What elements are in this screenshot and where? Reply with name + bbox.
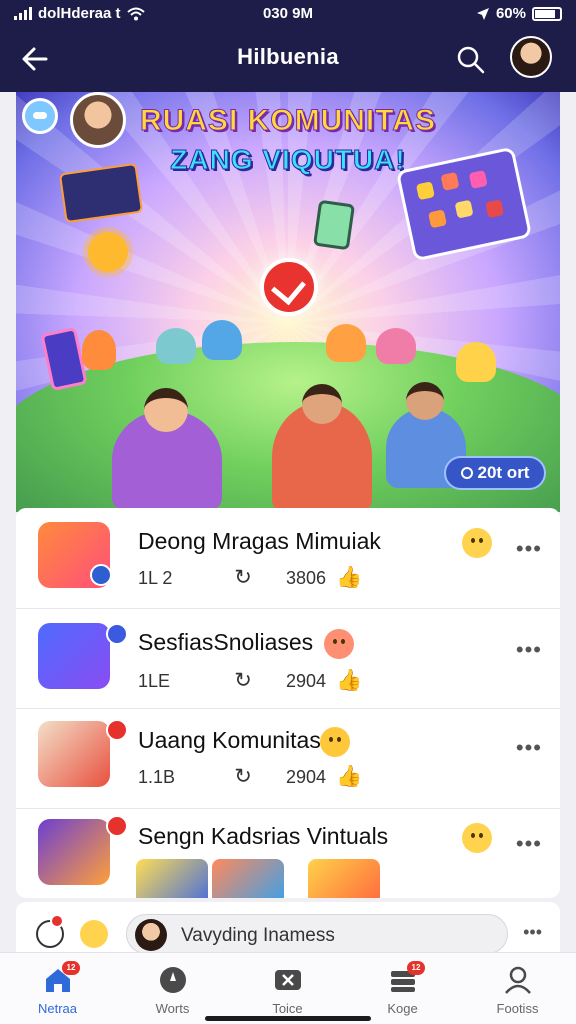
share-icon[interactable]: ↻ — [230, 669, 256, 693]
banner-title: RUASI KOMUNITAS — [139, 104, 437, 138]
item-title: Uaang Komunitas — [138, 727, 321, 753]
item-title: Deong Mragas Mimuiak — [138, 528, 381, 554]
comment-placeholder: Vavyding Inamess — [181, 925, 335, 946]
share-icon[interactable]: ↻ — [230, 566, 256, 590]
explore-icon — [160, 967, 186, 993]
item-title: SesfiasSnoliases — [138, 629, 314, 655]
item-thumbnail — [38, 819, 110, 885]
location-icon — [476, 7, 489, 20]
battery-percent: 60% — [495, 5, 526, 22]
comment-input[interactable]: Vavyding Inamess — [126, 914, 508, 954]
community-member — [82, 330, 116, 370]
like-count: 2904 — [286, 671, 327, 691]
sun-icon — [88, 232, 128, 272]
community-feed: Deong Mragas Mimuiak ••• 1L 2 ↻ 3806 👍 S… — [16, 508, 560, 898]
laugh-emoji-icon[interactable] — [80, 920, 108, 948]
status-badge — [90, 564, 112, 586]
status-bar: dolHderaa t 030 9M 60% — [0, 0, 576, 28]
smile-emoji-icon — [462, 528, 492, 558]
list-item[interactable]: SesfiasSnoliases ••• 1LE ↻ 2904 👍 — [16, 608, 560, 708]
smile-emoji-icon — [462, 823, 492, 853]
tab-explore[interactable]: Worts — [115, 953, 230, 1024]
thumbs-up-icon[interactable]: 👍 — [336, 765, 362, 789]
bottom-tab-bar: 12 Netraa Worts Toice 12 Koge Footiss — [0, 952, 576, 1024]
profile-avatar[interactable] — [510, 36, 552, 78]
community-member — [202, 320, 242, 360]
item-thumbnail — [38, 623, 110, 689]
more-options-button[interactable]: ••• — [523, 922, 542, 943]
notification-badge — [106, 719, 128, 741]
grin-emoji-icon — [320, 727, 350, 757]
community-member — [456, 342, 496, 382]
community-member — [156, 328, 196, 364]
comment-bar: Vavyding Inamess ••• — [16, 902, 560, 954]
community-banner[interactable]: RUASI KOMUNITAS ZANG VIQUTUA! 20t ort — [16, 92, 560, 512]
nav-bar: Hilbuenia — [0, 30, 576, 88]
device-icon — [312, 199, 356, 251]
tab-home[interactable]: 12 Netraa — [0, 953, 115, 1024]
more-options-button[interactable]: ••• — [516, 831, 542, 857]
item-count: 1.1B — [138, 767, 176, 787]
more-options-button[interactable]: ••• — [516, 637, 542, 663]
item-thumbnail — [38, 721, 110, 787]
blush-emoji-icon — [324, 629, 354, 659]
preview-thumbnail[interactable] — [212, 859, 284, 898]
battery-icon — [532, 6, 562, 21]
more-options-button[interactable]: ••• — [516, 735, 542, 761]
list-item[interactable]: Sengn Kadsrias Vintuals ••• — [16, 808, 560, 898]
item-count: 1L 2 — [138, 568, 173, 588]
notification-badge — [106, 815, 128, 837]
notification-badge — [50, 914, 64, 928]
item-count: 1LE — [138, 671, 171, 691]
tab-profile[interactable]: Footiss — [460, 953, 575, 1024]
share-icon[interactable]: ↻ — [230, 765, 256, 789]
page-title: Hilbuenia — [237, 44, 339, 69]
status-badge — [106, 623, 128, 645]
community-member — [326, 324, 366, 362]
list-item[interactable]: Deong Mragas Mimuiak ••• 1L 2 ↻ 3806 👍 — [16, 508, 560, 608]
thumbs-up-icon[interactable]: 👍 — [336, 669, 362, 693]
like-count: 3806 — [286, 568, 327, 588]
thumbs-up-icon[interactable]: 👍 — [336, 566, 362, 590]
profile-icon — [505, 966, 531, 994]
live-dot-icon — [460, 467, 473, 479]
tab-video[interactable]: Toice — [230, 953, 345, 1024]
video-icon — [275, 970, 301, 990]
user-avatar — [135, 919, 167, 951]
list-item[interactable]: Uaang Komunitas ••• 1.1B ↻ 2904 👍 — [16, 708, 560, 808]
tab-badge: 12 — [407, 961, 425, 975]
preview-thumbnail[interactable] — [308, 859, 380, 898]
like-count: 2904 — [286, 767, 327, 787]
item-title: Sengn Kadsrias Vintuals — [138, 823, 389, 849]
tab-badge: 12 — [62, 961, 80, 975]
viewer-count-pill: 20t ort — [444, 456, 546, 490]
play-button[interactable] — [260, 258, 318, 316]
home-indicator — [205, 1016, 371, 1021]
search-icon[interactable] — [455, 44, 487, 76]
community-member — [376, 328, 416, 364]
top-bar: dolHderaa t 030 9M 60% Hilbuenia — [0, 0, 576, 92]
preview-thumbnail[interactable] — [136, 859, 208, 898]
tab-inbox[interactable]: 12 Koge — [345, 953, 460, 1024]
more-options-button[interactable]: ••• — [516, 536, 542, 562]
